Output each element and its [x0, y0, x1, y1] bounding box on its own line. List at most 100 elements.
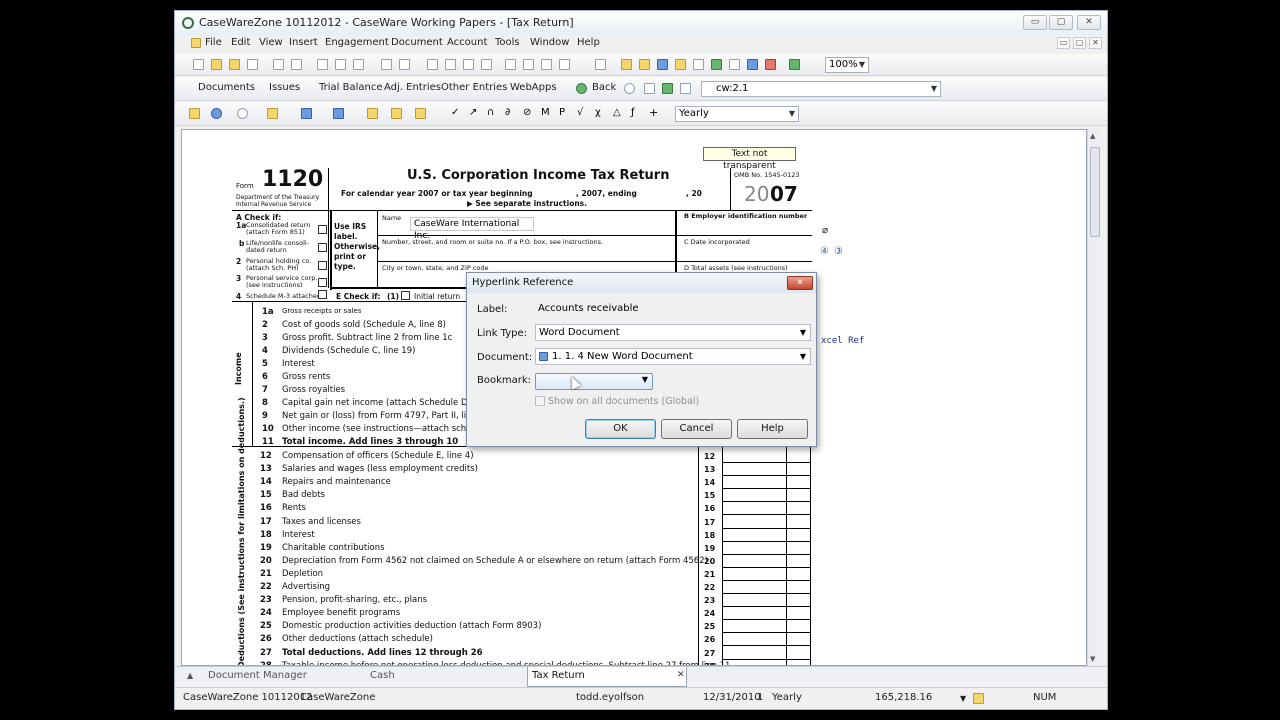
forward-icon[interactable]	[624, 83, 635, 94]
menu-account[interactable]: Account	[447, 37, 487, 48]
mapping-icon[interactable]	[693, 59, 704, 70]
nav-webapps[interactable]: WebApps	[510, 82, 557, 93]
menu-engagement[interactable]: Engagement	[325, 37, 389, 48]
journal-icon[interactable]	[729, 59, 740, 70]
folder-icon[interactable]	[229, 59, 240, 70]
dialog-close-button[interactable]: ✕	[787, 276, 813, 290]
tick-mark-4-icon[interactable]: ∂	[505, 108, 516, 119]
scroll-thumb[interactable]	[1090, 147, 1100, 237]
calculate-icon[interactable]	[237, 108, 248, 119]
info-marker-2-icon[interactable]: ③	[834, 246, 843, 257]
marker-icon[interactable]	[415, 108, 426, 119]
home-icon[interactable]	[644, 83, 655, 94]
tabs-scroll-up-icon[interactable]: ▲	[187, 671, 193, 680]
close-tab-icon[interactable]: ✕	[677, 670, 685, 680]
show-global-checkbox[interactable]	[535, 396, 545, 406]
menu-help[interactable]: Help	[577, 37, 600, 48]
open-icon[interactable]	[211, 59, 222, 70]
tick-mark-6-icon[interactable]: M	[541, 108, 552, 119]
cancel-button[interactable]: Cancel	[661, 419, 732, 439]
notes-icon[interactable]	[675, 59, 686, 70]
cut-icon[interactable]	[317, 59, 328, 70]
format-icon[interactable]	[427, 59, 438, 70]
rows-icon[interactable]	[301, 108, 312, 119]
nav-other-entries[interactable]: Other Entries	[441, 82, 507, 93]
document-vertical-scrollbar[interactable]: ▲ ▼	[1087, 129, 1101, 666]
status-dropdown-icon[interactable]: ▼	[960, 694, 966, 703]
tab-tax-return[interactable]: Tax Return	[527, 667, 687, 687]
copy-icon[interactable]	[335, 59, 346, 70]
maximize-button[interactable]: ▢	[1049, 15, 1073, 30]
scroll-down-icon[interactable]: ▼	[1090, 655, 1095, 663]
back-arrow-icon[interactable]	[576, 83, 587, 94]
tickmark-icon[interactable]	[267, 108, 278, 119]
nav-adj-entries[interactable]: Adj. Entries	[384, 82, 441, 93]
ok-button[interactable]: OK	[585, 419, 656, 439]
menu-edit[interactable]: Edit	[231, 37, 250, 48]
help-button[interactable]: Help	[737, 419, 808, 439]
excel-ref-label[interactable]: xcel Ref	[821, 336, 864, 346]
bookmark-select[interactable]: ▼	[535, 373, 653, 390]
new-icon[interactable]	[193, 59, 204, 70]
reference-icon[interactable]	[333, 108, 344, 119]
mdi-restore-button[interactable]: ▢	[1073, 37, 1086, 49]
nav-trial-balance[interactable]: Trial Balance	[319, 82, 383, 93]
schedule-m3-checkbox[interactable]	[318, 290, 327, 299]
menu-view[interactable]: View	[259, 37, 283, 48]
link-type-select[interactable]: Word Document ▼	[535, 324, 811, 341]
print-icon[interactable]	[273, 59, 284, 70]
trial-balance-icon[interactable]	[711, 59, 722, 70]
tick-mark-5-icon[interactable]: ⊘	[523, 108, 534, 119]
menu-file[interactable]: File	[205, 37, 222, 48]
menu-window[interactable]: Window	[530, 37, 569, 48]
personal-holding-checkbox[interactable]	[318, 261, 327, 270]
signoff-icon[interactable]	[391, 108, 402, 119]
tick-mark-7-icon[interactable]: P	[559, 108, 570, 119]
export-icon[interactable]	[789, 59, 800, 70]
tab-document-manager[interactable]: Document Manager	[208, 670, 307, 681]
table-icon[interactable]	[481, 59, 492, 70]
diagnose-icon[interactable]	[367, 108, 378, 119]
title-bar[interactable]: CaseWareZone 10112012 - CaseWare Working…	[175, 11, 1107, 35]
pen-icon[interactable]	[463, 59, 474, 70]
info-marker-1-icon[interactable]: ④	[820, 246, 829, 257]
mdi-minimize-button[interactable]: ▭	[1057, 37, 1070, 49]
period-select[interactable]: Yearly ▼	[675, 106, 799, 122]
minimize-button[interactable]: ▭	[1023, 15, 1047, 30]
dialog-title[interactable]: Hyperlink Reference	[467, 273, 816, 293]
stamp-icon[interactable]	[559, 59, 570, 70]
paste-icon[interactable]	[353, 59, 364, 70]
tick-mark-10-icon[interactable]: △	[613, 108, 624, 119]
initial-return-checkbox[interactable]	[401, 291, 410, 300]
tick-icon[interactable]	[505, 59, 516, 70]
location-combo[interactable]: cw:2.1 ▼	[701, 81, 941, 97]
tab-cash[interactable]: Cash	[370, 670, 395, 681]
engagement-folder-icon[interactable]	[621, 59, 632, 70]
nav-issues[interactable]: Issues	[269, 82, 300, 93]
back-button[interactable]: Back	[592, 82, 616, 93]
edit-icon[interactable]	[247, 59, 258, 70]
scroll-up-icon[interactable]: ▲	[1090, 132, 1095, 140]
tick-mark-8-icon[interactable]: √	[577, 108, 588, 119]
consolidated-checkbox[interactable]	[318, 225, 327, 234]
form-view-icon[interactable]	[189, 108, 200, 119]
binder-icon[interactable]	[639, 59, 650, 70]
tick-mark-11-icon[interactable]: ƒ	[631, 108, 642, 119]
tools-icon[interactable]	[747, 59, 758, 70]
document-manager-icon[interactable]	[657, 59, 668, 70]
document-select[interactable]: 1. 1. 4 New Word Document ▼	[535, 348, 811, 365]
globe-icon[interactable]	[211, 108, 222, 119]
history-icon[interactable]	[680, 83, 691, 94]
issues-icon[interactable]	[765, 59, 776, 70]
preview-icon[interactable]	[291, 59, 302, 70]
menu-tools[interactable]: Tools	[495, 37, 520, 48]
checklist-icon[interactable]	[595, 59, 606, 70]
personal-service-checkbox[interactable]	[318, 278, 327, 287]
undo-icon[interactable]	[381, 59, 392, 70]
corporation-name-field[interactable]: CaseWare International Inc.	[410, 217, 534, 241]
menu-insert[interactable]: Insert	[289, 37, 318, 48]
zoom-select[interactable]: 100% ▼	[825, 57, 869, 73]
tick-mark-1-icon[interactable]: ✓	[451, 108, 462, 119]
menu-document[interactable]: Document	[391, 37, 443, 48]
align-icon[interactable]	[445, 59, 456, 70]
